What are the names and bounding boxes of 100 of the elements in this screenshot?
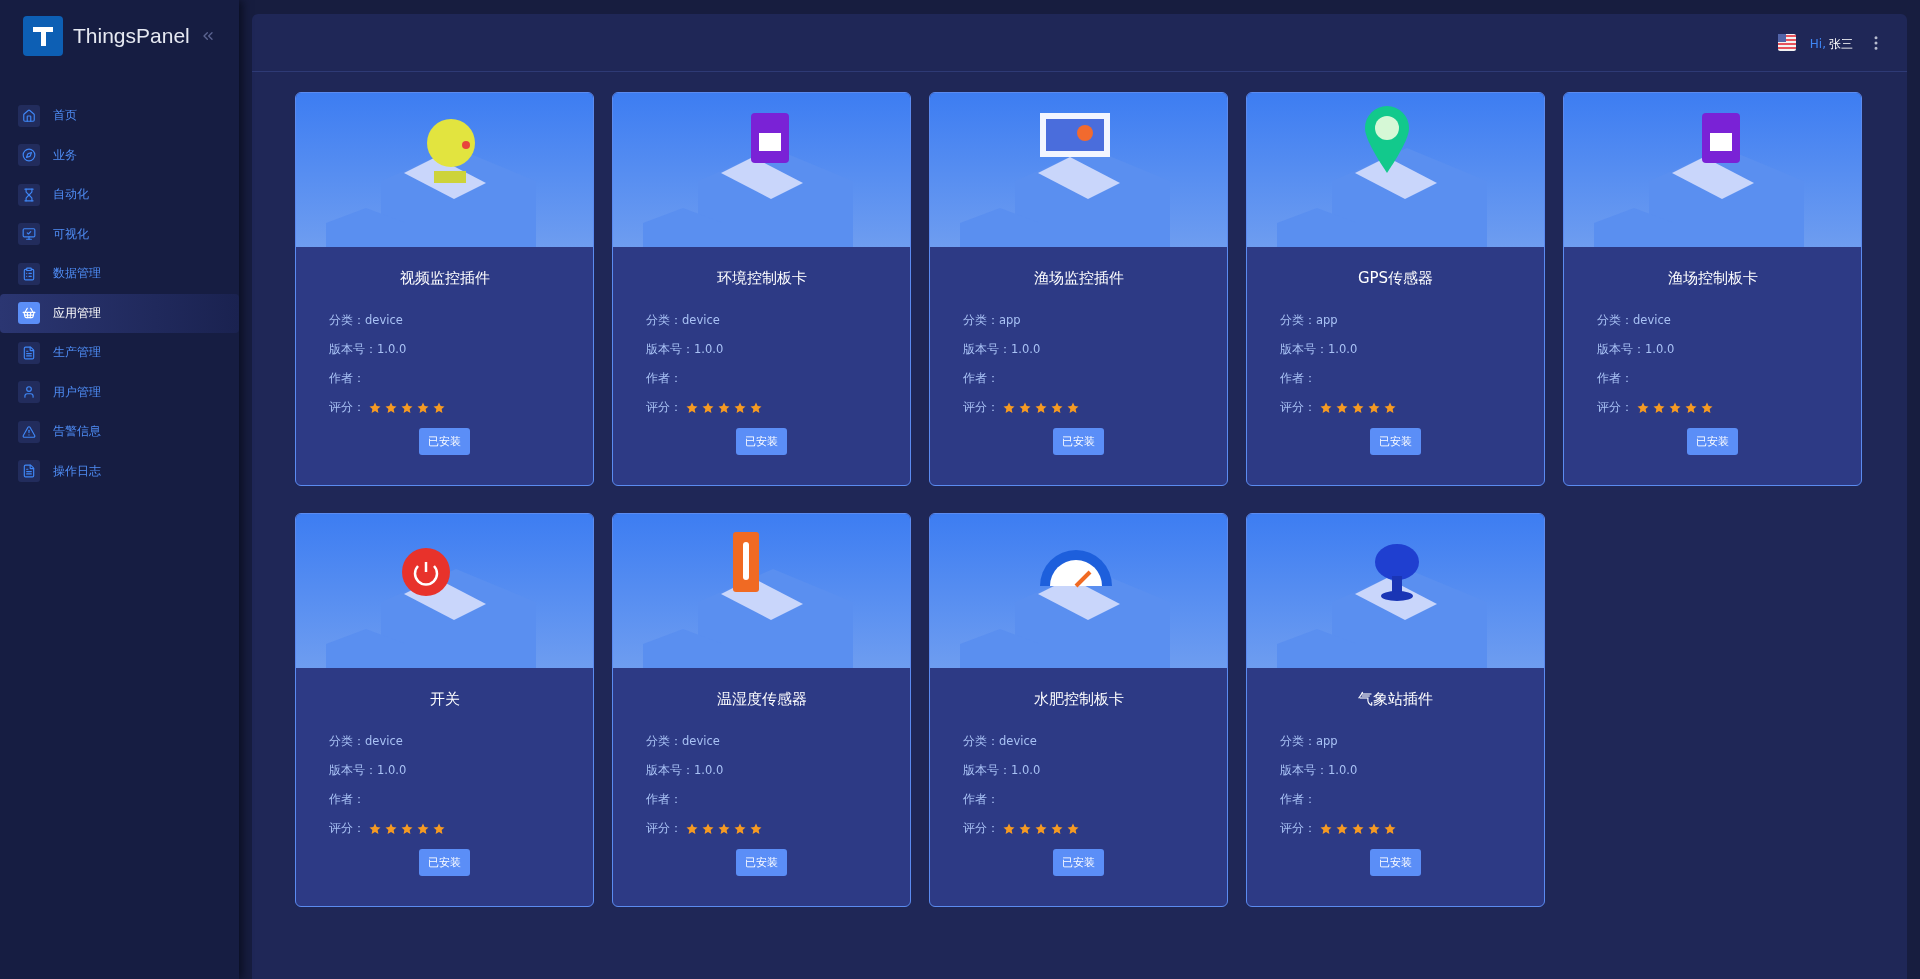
card-detail: 作者： (963, 792, 999, 807)
star-icon (1336, 401, 1348, 414)
sidebar-item[interactable]: 操作日志 (0, 451, 239, 491)
rating-label: 评分： (646, 821, 682, 836)
star-icon (1003, 822, 1015, 835)
card-detail: 作者： (329, 792, 365, 807)
star-icon (734, 401, 746, 414)
warning-icon (18, 420, 40, 443)
sidebar-item[interactable]: 自动化 (0, 175, 239, 215)
star-icon (686, 822, 698, 835)
star-icon (433, 401, 445, 414)
card-detail: 版本号：1.0.0 (646, 342, 724, 357)
sidebar-item-label: 可视化 (53, 225, 89, 243)
rating-label: 评分： (1280, 821, 1316, 836)
star-icon (718, 822, 730, 835)
sidebar-item[interactable]: 用户管理 (0, 372, 239, 412)
sidebar-item[interactable]: 业务 (0, 135, 239, 175)
star-icon (1384, 401, 1396, 414)
monitor-icon (18, 223, 40, 246)
star-icon (702, 401, 714, 414)
star-icon (718, 401, 730, 414)
star-icon (1035, 401, 1047, 414)
star-icon (1685, 401, 1697, 414)
power-button-drawing (402, 548, 450, 596)
sidebar-item[interactable]: 应用管理 (0, 293, 239, 333)
star-icon (1368, 822, 1380, 835)
clipboard-icon (18, 262, 40, 285)
star-icon (1051, 401, 1063, 414)
installed-button[interactable]: 已安装 (419, 428, 470, 455)
rating-label: 评分： (329, 821, 365, 836)
home-icon (18, 104, 40, 127)
installed-button[interactable]: 已安装 (419, 849, 470, 876)
satellite-dish-drawing (1375, 544, 1419, 601)
star-icon (1035, 822, 1047, 835)
rating-label: 评分： (329, 400, 365, 415)
sidebar-item-label: 生产管理 (53, 344, 101, 362)
star-icon (433, 822, 445, 835)
card-detail: 作者： (963, 371, 999, 386)
star-icon (369, 401, 381, 414)
card-detail: 分类：app (1280, 734, 1338, 749)
installed-button[interactable]: 已安装 (1687, 428, 1738, 455)
star-icon (750, 822, 762, 835)
star-icon (1019, 822, 1031, 835)
board-drawing (1702, 113, 1740, 163)
star-icon (417, 822, 429, 835)
star-icon (1067, 822, 1079, 835)
card-title: 视频监控插件 (398, 269, 491, 288)
card-detail: 分类：device (646, 734, 720, 749)
star-icon (1320, 822, 1332, 835)
installed-button[interactable]: 已安装 (736, 428, 787, 455)
star-icon (686, 401, 698, 414)
star-icon (1019, 401, 1031, 414)
card-detail: 作者： (646, 792, 682, 807)
installed-button[interactable]: 已安装 (1053, 849, 1104, 876)
sidebar-item-label: 应用管理 (53, 304, 101, 322)
installed-button[interactable]: 已安装 (1370, 428, 1421, 455)
rating-label: 评分： (963, 821, 999, 836)
basket-icon (18, 302, 40, 325)
star-icon (1320, 401, 1332, 414)
installed-button[interactable]: 已安装 (736, 849, 787, 876)
rating-label: 评分： (1597, 400, 1633, 415)
thermometer-drawing (733, 532, 759, 592)
hourglass-icon (18, 183, 40, 206)
card-detail: 作者： (646, 371, 682, 386)
installed-button[interactable]: 已安装 (1370, 849, 1421, 876)
card-detail: 版本号：1.0.0 (329, 763, 407, 778)
star-icon (734, 822, 746, 835)
sidebar-item[interactable]: 首页 (0, 96, 239, 136)
installed-button[interactable]: 已安装 (1053, 428, 1104, 455)
laptop-drawing (1040, 113, 1110, 157)
card-detail: 版本号：1.0.0 (1597, 342, 1675, 357)
sidebar-item[interactable]: 告警信息 (0, 412, 239, 452)
star-icon (1352, 401, 1364, 414)
sidebar-item[interactable]: 生产管理 (0, 333, 239, 373)
sidebar-item[interactable]: 可视化 (0, 214, 239, 254)
sidebar-item-label: 首页 (53, 107, 77, 125)
card-detail: 分类：device (963, 734, 1037, 749)
star-icon (1368, 401, 1380, 414)
gauge-drawing (1040, 550, 1112, 588)
card-title: 开关 (428, 690, 461, 709)
rating-label: 评分： (646, 400, 682, 415)
card-detail: 版本号：1.0.0 (963, 763, 1041, 778)
rating-label: 评分： (963, 400, 999, 415)
star-icon (702, 822, 714, 835)
card-detail: 版本号：1.0.0 (646, 763, 724, 778)
star-icon (401, 822, 413, 835)
card-detail: 分类：device (1597, 313, 1671, 328)
user-icon (18, 381, 40, 404)
brand-name: ThingsPanel (73, 24, 190, 48)
card-detail: 作者： (1280, 792, 1316, 807)
star-icon (1701, 401, 1713, 414)
sidebar-item-label: 操作日志 (53, 462, 101, 480)
card-detail: 版本号：1.0.0 (1280, 342, 1358, 357)
flag-icon[interactable] (1777, 34, 1796, 51)
sidebar-item[interactable]: 数据管理 (0, 254, 239, 294)
card-detail: 作者： (329, 371, 365, 386)
card-detail: 版本号：1.0.0 (329, 342, 407, 357)
star-icon (369, 822, 381, 835)
star-icon (401, 401, 413, 414)
star-icon (1051, 822, 1063, 835)
